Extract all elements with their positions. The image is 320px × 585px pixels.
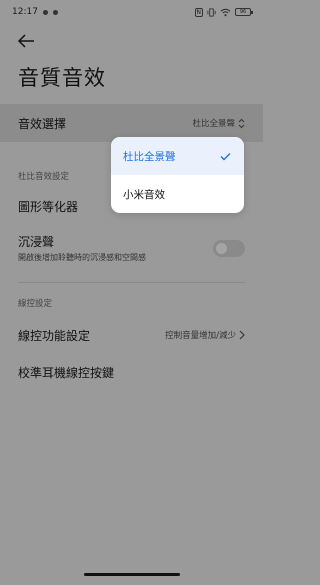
- wired-function-label: 線控功能設定: [18, 328, 91, 343]
- status-bar: 12:17 N 96: [0, 0, 263, 24]
- updown-chevron-icon: [238, 118, 245, 128]
- nfc-icon: N: [194, 7, 203, 17]
- dropdown-option-mi[interactable]: 小米音效: [111, 175, 244, 213]
- sound-effect-label: 音效選擇: [18, 116, 67, 131]
- dropdown-option-label: 小米音效: [123, 188, 165, 201]
- home-indicator[interactable]: [84, 573, 180, 576]
- notification-dot-icon: [42, 9, 48, 15]
- vibrate-icon: [207, 7, 216, 17]
- wifi-icon: [220, 8, 231, 16]
- sound-effect-value: 杜比全景聲: [192, 119, 235, 129]
- dropdown-option-dolby[interactable]: 杜比全景聲: [111, 137, 244, 175]
- check-icon: [220, 152, 231, 160]
- sound-effect-dropdown: 杜比全景聲 小米音效: [111, 137, 244, 213]
- dolby-section-label: 杜比音效設定: [18, 172, 70, 182]
- wired-function-value: 控制音量增加/減少: [165, 331, 236, 341]
- battery-level: 96: [239, 9, 247, 15]
- equalizer-label: 圖形等化器: [18, 199, 79, 214]
- immersive-label: 沉浸聲: [18, 235, 55, 249]
- dropdown-option-label: 杜比全景聲: [123, 150, 176, 163]
- status-time: 12:17: [12, 7, 38, 17]
- back-button[interactable]: [16, 32, 36, 50]
- wired-function-value-wrap: 控制音量增加/減少: [165, 329, 245, 341]
- page-title: 音質音效: [18, 66, 106, 90]
- arrow-left-icon: [17, 34, 34, 48]
- battery-icon: 96: [235, 8, 253, 16]
- immersive-text: 沉浸聲 開啟後增加聆聽時的沉浸感和空間感: [18, 233, 146, 263]
- toggle-knob: [216, 242, 227, 254]
- immersive-description: 開啟後增加聆聽時的沉浸感和空間感: [18, 253, 146, 262]
- notification-dot-icon-2: [52, 9, 58, 15]
- immersive-row[interactable]: 沉浸聲 開啟後增加聆聽時的沉浸感和空間感: [18, 233, 245, 263]
- section-divider: [18, 282, 245, 283]
- chevron-right-icon: [239, 330, 245, 340]
- sound-effect-value-wrap: 杜比全景聲: [192, 117, 245, 129]
- calibrate-label: 校準耳機線控按鍵: [18, 365, 115, 380]
- immersive-toggle[interactable]: [213, 239, 245, 257]
- wired-section-label: 線控設定: [18, 299, 53, 309]
- wired-function-row[interactable]: 線控功能設定 控制音量增加/減少: [18, 324, 245, 346]
- calibrate-row[interactable]: 校準耳機線控按鍵: [18, 361, 245, 383]
